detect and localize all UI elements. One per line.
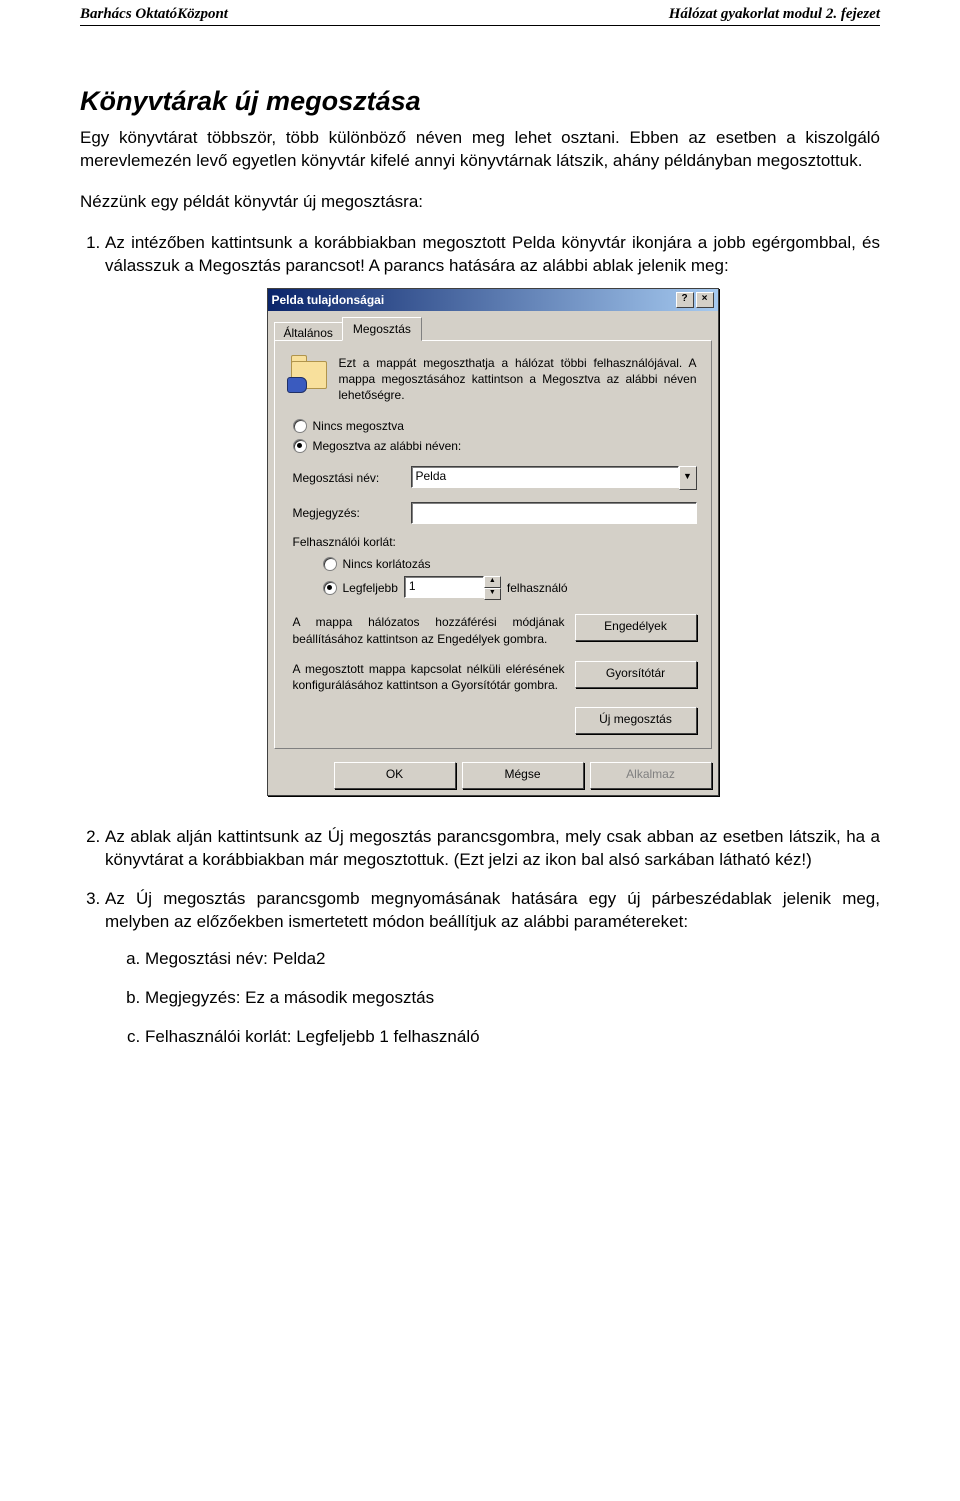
tab-panel-sharing: Ezt a mappát megoszthatja a hálózat több…: [274, 340, 712, 749]
sharing-info-text: Ezt a mappát megoszthatja a hálózat több…: [339, 355, 697, 404]
radio-shared[interactable]: [293, 439, 307, 453]
header-left: Barhács OktatóKözpont: [80, 6, 228, 23]
ok-button[interactable]: OK: [334, 762, 456, 789]
new-share-button[interactable]: Új megosztás: [575, 707, 697, 734]
radio-max-users-row[interactable]: Legfeljebb 1 ▲ ▼ felhasználó: [323, 576, 697, 600]
cancel-button[interactable]: Mégse: [462, 762, 584, 789]
step-3b: Megjegyzés: Ez a második megosztás: [145, 987, 880, 1010]
radio-max-users[interactable]: [323, 581, 337, 595]
radio-no-limit-label: Nincs korlátozás: [343, 556, 431, 572]
step-3c: Felhasználói korlát: Legfeljebb 1 felhas…: [145, 1026, 880, 1049]
apply-button[interactable]: Alkalmaz: [590, 762, 712, 789]
intro-paragraph-2: Nézzünk egy példát könyvtár új megosztás…: [80, 191, 880, 214]
share-name-dropdown-button[interactable]: ▼: [679, 466, 697, 490]
step-3: Az Új megosztás parancsgomb megnyomásána…: [105, 888, 880, 1049]
radio-shared-row[interactable]: Megosztva az alábbi néven:: [293, 438, 697, 454]
users-suffix-label: felhasználó: [507, 580, 568, 596]
shared-folder-icon: [289, 355, 329, 391]
close-button[interactable]: ×: [696, 292, 714, 308]
radio-shared-label: Megosztva az alábbi néven:: [313, 438, 462, 454]
radio-not-shared[interactable]: [293, 419, 307, 433]
comment-label: Megjegyzés:: [293, 505, 403, 521]
comment-input[interactable]: [411, 502, 697, 524]
user-limit-label: Felhasználói korlát:: [293, 534, 697, 550]
step-2: Az ablak alján kattintsunk az Új megoszt…: [105, 826, 880, 872]
cache-button[interactable]: Gyorsítótár: [575, 661, 697, 688]
radio-no-limit[interactable]: [323, 557, 337, 571]
max-users-input[interactable]: 1: [404, 576, 484, 598]
intro-paragraph-1: Egy könyvtárat többször, több különböző …: [80, 127, 880, 173]
radio-not-shared-label: Nincs megosztva: [313, 418, 404, 434]
radio-no-limit-row[interactable]: Nincs korlátozás: [323, 556, 697, 572]
page-title: Könyvtárak új megosztása: [80, 86, 880, 117]
share-name-input[interactable]: Pelda: [411, 466, 679, 488]
page-header: Barhács OktatóKözpont Hálózat gyakorlat …: [80, 0, 880, 26]
spinner-up-button[interactable]: ▲: [484, 576, 501, 588]
help-button[interactable]: ?: [676, 292, 694, 308]
radio-max-users-label: Legfeljebb: [343, 580, 398, 596]
cache-desc: A megosztott mappa kapcsolat nélküli elé…: [293, 661, 565, 693]
permissions-button[interactable]: Engedélyek: [575, 614, 697, 641]
step-3a: Megosztási név: Pelda2: [145, 948, 880, 971]
dialog-titlebar: Pelda tulajdonságai ? ×: [268, 289, 718, 311]
dialog-title: Pelda tulajdonságai: [272, 292, 385, 308]
properties-dialog: Pelda tulajdonságai ? × Általános Megosz…: [267, 288, 719, 796]
tab-sharing[interactable]: Megosztás: [342, 317, 422, 341]
radio-not-shared-row[interactable]: Nincs megosztva: [293, 418, 697, 434]
spinner-down-button[interactable]: ▼: [484, 588, 501, 600]
share-name-label: Megosztási név:: [293, 470, 403, 486]
header-right: Hálózat gyakorlat modul 2. fejezet: [669, 6, 880, 23]
tab-strip: Általános Megosztás: [268, 311, 718, 341]
permissions-desc: A mappa hálózatos hozzáférési módjának b…: [293, 614, 565, 646]
step-1: Az intézőben kattintsunk a korábbiakban …: [105, 232, 880, 796]
